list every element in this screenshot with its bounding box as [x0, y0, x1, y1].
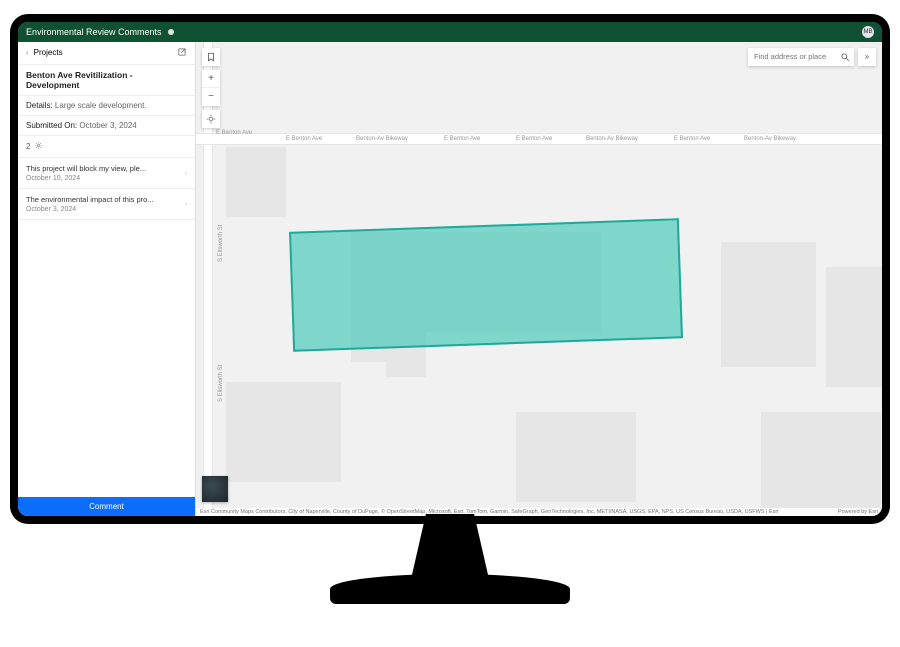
- map-building: [826, 267, 882, 387]
- list-item[interactable]: This project will block my view, ple... …: [18, 158, 195, 189]
- road-label: E Benton Ave: [674, 136, 710, 142]
- road-label: S Ellsworth St: [218, 364, 224, 401]
- attribution-text: Esri Community Maps Contributors, City o…: [200, 509, 778, 515]
- map-building: [386, 362, 426, 377]
- expand-button[interactable]: »: [858, 48, 876, 66]
- comment-date: October 10, 2024: [26, 175, 146, 182]
- chevron-right-icon: ›: [184, 168, 187, 177]
- info-icon[interactable]: [168, 29, 174, 35]
- project-polygon[interactable]: [289, 218, 683, 352]
- avatar[interactable]: MB: [862, 26, 874, 38]
- locate-button[interactable]: [202, 110, 220, 128]
- search-button[interactable]: [836, 48, 854, 66]
- details-label: Details:: [26, 101, 53, 110]
- map-building: [226, 382, 341, 482]
- road-label: Benton-Av Bikeway: [356, 136, 408, 142]
- breadcrumb-label: Projects: [34, 48, 63, 57]
- road-label: E Benton Ave: [516, 136, 552, 142]
- project-title: Benton Ave Revitilization - Development: [26, 70, 187, 90]
- map-building: [761, 412, 881, 512]
- app-screen: Environmental Review Comments MB ‹ Proje…: [18, 22, 882, 516]
- zoom-out-button[interactable]: −: [202, 88, 220, 106]
- app-title: Environmental Review Comments: [26, 27, 162, 37]
- chevron-left-icon: ‹: [26, 48, 29, 57]
- submitted-value: October 3, 2024: [79, 121, 136, 130]
- road-label: E Benton Ave: [216, 130, 252, 136]
- list-item[interactable]: The environmental impact of this pro... …: [18, 189, 195, 220]
- monitor-frame: Environmental Review Comments MB ‹ Proje…: [10, 14, 890, 634]
- road-label: Benton-Av Bikeway: [744, 136, 796, 142]
- sidebar: ‹ Projects Benton Ave Revitilization - D…: [18, 42, 196, 516]
- road-label: E Benton Ave: [444, 136, 480, 142]
- project-title-row: Benton Ave Revitilization - Development: [18, 65, 195, 96]
- app-body: ‹ Projects Benton Ave Revitilization - D…: [18, 42, 882, 516]
- map-building: [721, 242, 816, 367]
- powered-by: Powered by Esri: [838, 509, 878, 515]
- map-building: [226, 147, 286, 217]
- expand-icon: »: [865, 52, 869, 61]
- submitted-row: Submitted On: October 3, 2024: [18, 116, 195, 136]
- comment-date: October 3, 2024: [26, 206, 154, 213]
- zoom-in-button[interactable]: +: [202, 70, 220, 88]
- comment-text: The environmental impact of this pro...: [26, 195, 154, 204]
- bookmark-button[interactable]: [202, 48, 220, 66]
- comment-text: This project will block my view, ple...: [26, 164, 146, 173]
- screen-bezel: Environmental Review Comments MB ‹ Proje…: [10, 14, 890, 524]
- locate-icon: [206, 114, 216, 124]
- basemap-toggle[interactable]: [202, 476, 228, 502]
- gear-icon[interactable]: [34, 141, 43, 152]
- road-label: S Ellsworth St: [218, 224, 224, 261]
- road-label: Benton-Av Bikeway: [586, 136, 638, 142]
- app-header: Environmental Review Comments MB: [18, 22, 882, 42]
- avatar-initials: MB: [864, 29, 873, 35]
- search-box: [748, 48, 854, 66]
- comment-button-label: Comment: [89, 502, 124, 511]
- comment-button[interactable]: Comment: [18, 497, 195, 516]
- submitted-label: Submitted On:: [26, 121, 77, 130]
- map-building: [516, 412, 636, 502]
- minus-icon: −: [208, 91, 214, 102]
- comment-count-row: 2: [18, 136, 195, 158]
- comment-count: 2: [26, 142, 30, 151]
- map[interactable]: E Benton Ave E Benton Ave Benton-Av Bike…: [196, 42, 882, 516]
- map-attribution: Esri Community Maps Contributors, City o…: [196, 508, 882, 516]
- sidebar-spacer: [18, 220, 195, 497]
- search-icon: [840, 52, 850, 62]
- bookmark-icon: [206, 52, 216, 62]
- details-value: Large scale development.: [55, 101, 147, 110]
- road-label: E Benton Ave: [286, 136, 322, 142]
- breadcrumb[interactable]: ‹ Projects: [18, 42, 195, 65]
- monitor-stand-base: [330, 574, 570, 604]
- details-row: Details: Large scale development.: [18, 96, 195, 116]
- chevron-right-icon: ›: [184, 199, 187, 208]
- popout-icon[interactable]: [177, 47, 187, 59]
- plus-icon: +: [208, 73, 214, 84]
- zoom-control: + −: [202, 70, 220, 106]
- search-input[interactable]: [748, 48, 836, 66]
